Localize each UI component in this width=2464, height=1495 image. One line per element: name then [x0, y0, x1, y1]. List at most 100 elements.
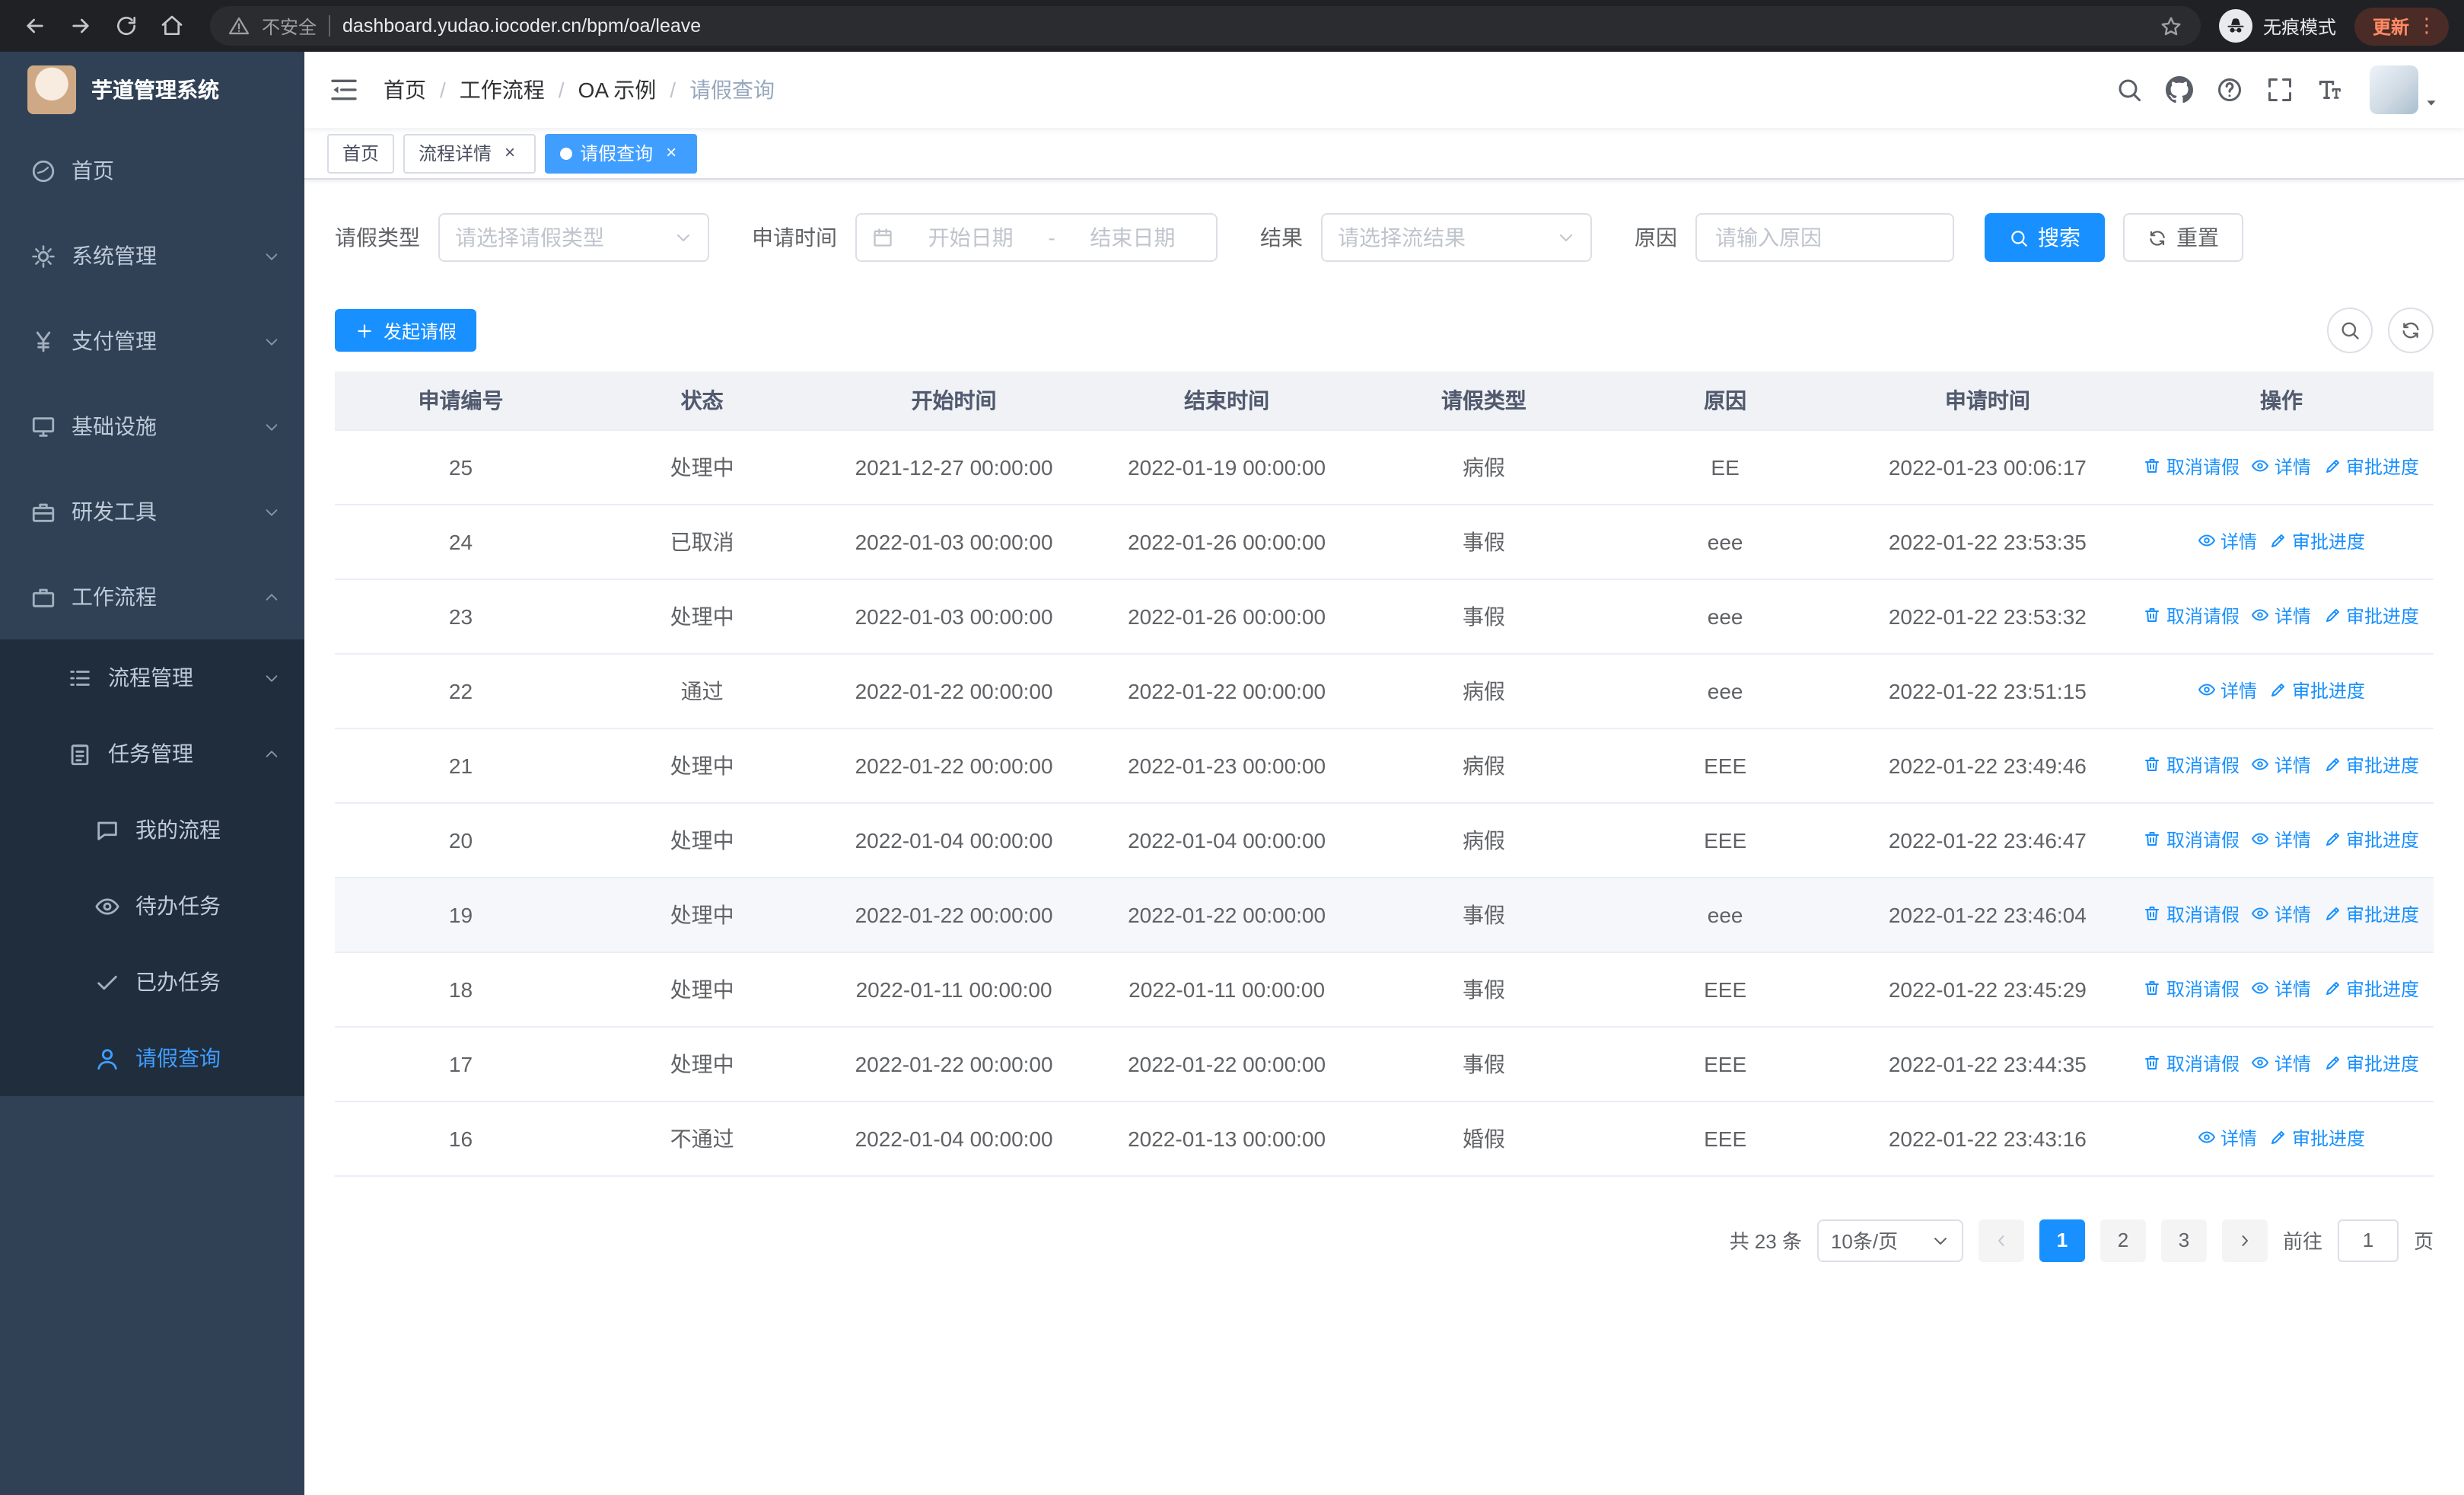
action-progress-link[interactable]: 审批进度 — [2323, 901, 2419, 927]
update-button[interactable]: 更新 ⋮ — [2354, 7, 2449, 45]
avatar — [2370, 65, 2418, 114]
action-progress-link[interactable]: 审批进度 — [2269, 528, 2365, 554]
action-progress-link[interactable]: 审批进度 — [2323, 1050, 2419, 1076]
user-menu[interactable] — [2370, 65, 2440, 114]
breadcrumb-item-workflow[interactable]: 工作流程 — [460, 75, 545, 105]
sidebar-item-home[interactable]: 首页 — [0, 128, 304, 213]
trash-icon — [2144, 756, 2162, 774]
sidebar-item-my-process[interactable]: 我的流程 — [0, 792, 304, 868]
sidebar-item-todo-task[interactable]: 待办任务 — [0, 868, 304, 944]
sidebar-item-dev-tools[interactable]: 研发工具 — [0, 469, 304, 554]
date-range-picker[interactable]: 开始日期 - 结束日期 — [855, 213, 1218, 262]
breadcrumb-item-home[interactable]: 首页 — [384, 75, 426, 105]
sidebar-item-leave-query[interactable]: 请假查询 — [0, 1020, 304, 1096]
action-detail-link[interactable]: 详情 — [2198, 677, 2257, 703]
action-cancel-link[interactable]: 取消请假 — [2144, 976, 2240, 1002]
action-detail-link[interactable]: 详情 — [2198, 528, 2257, 554]
column-header-2: 开始时间 — [817, 371, 1090, 430]
browser-reload-icon[interactable] — [107, 6, 146, 46]
sidebar-item-label: 我的流程 — [135, 818, 221, 842]
action-detail-link[interactable]: 详情 — [2252, 454, 2311, 480]
action-cancel-link[interactable]: 取消请假 — [2144, 827, 2240, 853]
sidebar-item-system-mgmt[interactable]: 系统管理 — [0, 213, 304, 298]
reset-button[interactable]: 重置 — [2123, 213, 2243, 262]
column-header-3: 结束时间 — [1090, 371, 1364, 430]
action-cancel-link[interactable]: 取消请假 — [2144, 1050, 2240, 1076]
github-icon[interactable] — [2166, 76, 2193, 104]
page-button-3[interactable]: 3 — [2160, 1219, 2207, 1261]
action-progress-link[interactable]: 审批进度 — [2323, 603, 2419, 629]
action-cancel-link[interactable]: 取消请假 — [2144, 752, 2240, 778]
search-icon — [2339, 320, 2361, 341]
cell-id: 16 — [335, 1101, 587, 1176]
select-placeholder: 请选择流结果 — [1338, 225, 1466, 250]
filter-label: 申请时间 — [752, 225, 837, 250]
action-detail-link[interactable]: 详情 — [2252, 827, 2311, 853]
bookmark-star-icon[interactable] — [2160, 14, 2182, 37]
browser-back-icon[interactable] — [15, 6, 55, 46]
sidebar-item-label: 请假查询 — [135, 1046, 221, 1070]
leave-type-select[interactable]: 请选择请假类型 — [438, 213, 709, 262]
sidebar-item-workflow[interactable]: 工作流程 — [0, 554, 304, 639]
reason-input[interactable] — [1695, 213, 1954, 262]
sidebar-item-task-mgmt[interactable]: 任务管理 — [0, 716, 304, 792]
refresh-table-button[interactable] — [2388, 308, 2434, 353]
breadcrumb-item-oa-example[interactable]: OA 示例 — [578, 75, 657, 105]
action-progress-link[interactable]: 审批进度 — [2323, 752, 2419, 778]
list-icon — [67, 665, 93, 690]
logo[interactable]: 芋道管理系统 — [0, 52, 304, 128]
cell-end: 2022-01-23 00:00:00 — [1090, 728, 1364, 803]
cell-status: 不通过 — [586, 1101, 818, 1176]
sidebar-item-infrastructure[interactable]: 基础设施 — [0, 384, 304, 469]
font-size-icon[interactable] — [2316, 76, 2344, 104]
browser-forward-icon[interactable] — [61, 6, 100, 46]
action-progress-link[interactable]: 审批进度 — [2323, 827, 2419, 853]
action-cancel-link[interactable]: 取消请假 — [2144, 901, 2240, 927]
page-button-2[interactable]: 2 — [2099, 1219, 2146, 1261]
browser-menu-icon[interactable]: ⋮ — [2417, 14, 2437, 38]
action-progress-link[interactable]: 审批进度 — [2323, 454, 2419, 480]
toggle-search-button[interactable] — [2327, 308, 2373, 353]
cell-type: 事假 — [1363, 504, 1605, 579]
cell-type: 事假 — [1363, 952, 1605, 1027]
tab-close-icon[interactable]: × — [661, 142, 682, 164]
help-icon[interactable] — [2216, 76, 2243, 104]
pen-icon — [2323, 756, 2341, 774]
action-cancel-link[interactable]: 取消请假 — [2144, 603, 2240, 629]
sidebar-item-process-mgmt[interactable]: 流程管理 — [0, 639, 304, 716]
action-progress-link[interactable]: 审批进度 — [2269, 677, 2365, 703]
action-detail-link[interactable]: 详情 — [2252, 976, 2311, 1002]
action-progress-link[interactable]: 审批进度 — [2269, 1125, 2365, 1151]
address-bar[interactable]: 不安全 dashboard.yudao.iocoder.cn/bpm/oa/le… — [210, 6, 2201, 46]
collapse-sidebar-icon[interactable] — [329, 75, 359, 105]
tab-process-detail[interactable]: 流程详情 × — [403, 133, 536, 173]
sidebar-item-payment-mgmt[interactable]: 支付管理 — [0, 298, 304, 384]
action-detail-link[interactable]: 详情 — [2252, 603, 2311, 629]
action-progress-link[interactable]: 审批进度 — [2323, 976, 2419, 1002]
refresh-icon — [2147, 228, 2167, 247]
goto-page-input[interactable] — [2337, 1219, 2399, 1261]
action-detail-link[interactable]: 详情 — [2252, 901, 2311, 927]
cell-reason: eee — [1604, 504, 1846, 579]
tab-leave-query[interactable]: 请假查询 × — [545, 133, 698, 173]
fullscreen-icon[interactable] — [2266, 76, 2294, 104]
action-detail-link[interactable]: 详情 — [2252, 752, 2311, 778]
action-cancel-link[interactable]: 取消请假 — [2144, 454, 2240, 480]
result-select[interactable]: 请选择流结果 — [1321, 213, 1592, 262]
header-search-icon[interactable] — [2115, 76, 2143, 104]
page-button-1[interactable]: 1 — [2039, 1219, 2085, 1261]
page-size-select[interactable]: 10条/页 — [1816, 1219, 1963, 1261]
action-detail-link[interactable]: 详情 — [2198, 1125, 2257, 1151]
tab-home[interactable]: 首页 — [327, 133, 395, 173]
next-page-button[interactable] — [2221, 1219, 2268, 1261]
create-leave-button[interactable]: 发起请假 — [335, 309, 477, 352]
browser-home-icon[interactable] — [152, 6, 192, 46]
breadcrumb-separator: / — [670, 78, 676, 102]
search-button[interactable]: 搜索 — [1985, 213, 2105, 262]
table-row: 22 通过 2022-01-22 00:00:00 2022-01-22 00:00:… — [335, 653, 2434, 728]
chevron-down-icon — [263, 333, 280, 349]
sidebar-item-done-task[interactable]: 已办任务 — [0, 944, 304, 1020]
action-detail-link[interactable]: 详情 — [2252, 1050, 2311, 1076]
prev-page-button[interactable] — [1978, 1219, 2024, 1261]
tab-close-icon[interactable]: × — [499, 142, 520, 164]
